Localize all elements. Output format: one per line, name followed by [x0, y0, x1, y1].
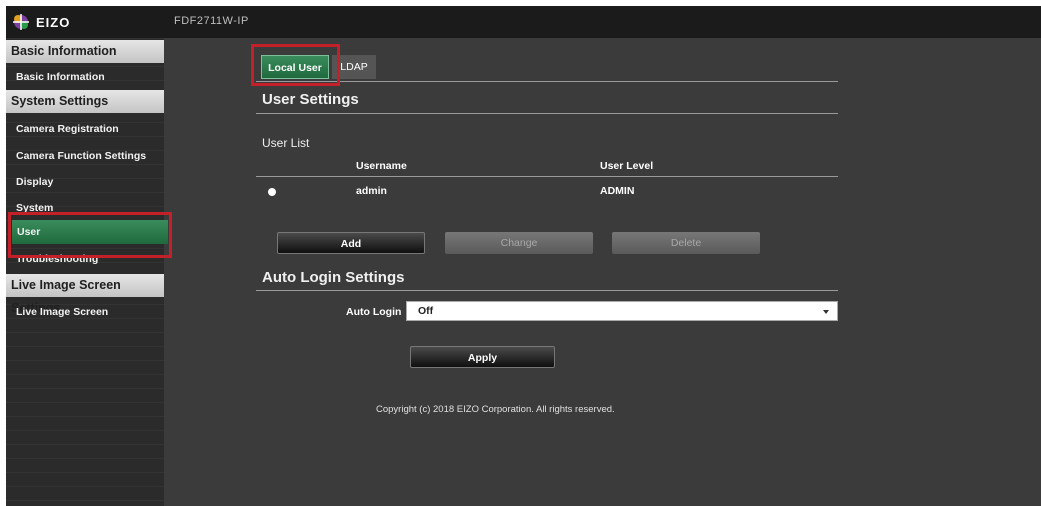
logo: EIZO — [10, 10, 70, 34]
section-divider — [256, 113, 838, 114]
sidebar-item-display[interactable]: Display — [6, 170, 164, 194]
sidebar-section-system-settings[interactable]: System Settings — [6, 90, 164, 113]
table-header-divider — [256, 176, 838, 177]
sidebar-item-user[interactable]: User — [12, 220, 168, 244]
sidebar-section-live-image-screen-settings[interactable]: Live Image Screen Settings — [6, 274, 164, 315]
sidebar-item-live-image-screen[interactable]: Live Image Screen — [6, 300, 164, 324]
auto-login-label: Auto Login — [346, 306, 402, 318]
main-content: Local User LDAP User Settings User List … — [164, 38, 1041, 506]
add-button[interactable]: Add — [277, 232, 425, 254]
copyright-text: Copyright (c) 2018 EIZO Corporation. All… — [376, 404, 615, 415]
tab-local-user[interactable]: Local User — [261, 55, 329, 79]
sidebar: Basic Information Basic Information Syst… — [6, 38, 168, 506]
eizo-logo-icon — [13, 14, 29, 30]
auto-login-settings-title: Auto Login Settings — [262, 269, 405, 286]
sidebar-item-troubleshooting[interactable]: Troubleshooting — [6, 252, 164, 272]
cell-username: admin — [356, 185, 387, 197]
sidebar-item-camera-function-settings[interactable]: Camera Function Settings — [6, 144, 164, 168]
tab-ldap[interactable]: LDAP — [332, 55, 376, 79]
user-settings-title: User Settings — [262, 91, 359, 108]
caret-down-icon — [823, 310, 829, 314]
app-frame: EIZO FDF2711W-IP Basic Information Basic… — [6, 6, 1041, 506]
row-select-radio[interactable] — [268, 188, 276, 196]
logo-text: EIZO — [36, 14, 71, 30]
sidebar-item-system[interactable]: System — [6, 198, 164, 212]
auto-login-select[interactable]: Off — [406, 301, 838, 321]
column-header-user-level: User Level — [600, 160, 654, 172]
cell-user-level: ADMIN — [600, 185, 635, 197]
change-button[interactable]: Change — [445, 232, 593, 254]
apply-button[interactable]: Apply — [410, 346, 555, 368]
model-name: FDF2711W-IP — [174, 15, 249, 27]
section-divider — [256, 290, 838, 291]
auto-login-value: Off — [418, 305, 434, 317]
sidebar-section-basic-information[interactable]: Basic Information — [6, 40, 164, 63]
sidebar-item-basic-information[interactable]: Basic Information — [6, 65, 164, 89]
tab-divider — [256, 81, 838, 82]
top-bar: EIZO FDF2711W-IP — [6, 6, 1041, 38]
column-header-username: Username — [356, 160, 407, 172]
user-list-label: User List — [262, 136, 310, 150]
sidebar-item-camera-registration[interactable]: Camera Registration — [6, 117, 164, 141]
delete-button[interactable]: Delete — [612, 232, 760, 254]
